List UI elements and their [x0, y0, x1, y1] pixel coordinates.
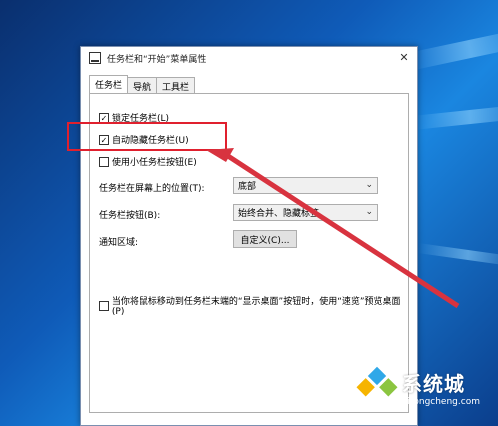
annotation-arrow	[206, 148, 460, 309]
watermark-brand: 系统城	[402, 372, 465, 396]
watermark: 系统城 xitongcheng.com	[356, 366, 480, 408]
arrow-shaft	[226, 153, 460, 309]
watermark-url: xitongcheng.com	[402, 397, 480, 407]
tab-taskbar[interactable]: 任务栏	[89, 75, 129, 93]
logo-icon	[356, 366, 398, 408]
